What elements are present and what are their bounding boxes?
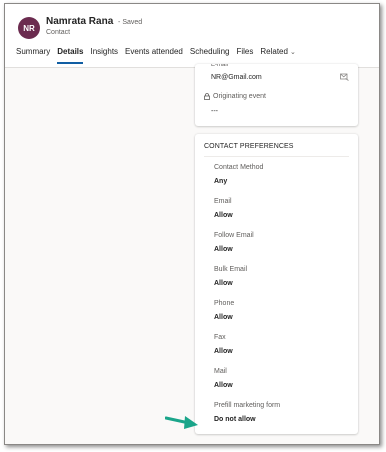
field-value[interactable]: Allow — [214, 280, 247, 287]
annotation-arrow-icon — [165, 416, 198, 429]
record-title: Namrata Rana - Saved — [46, 16, 142, 27]
field-value[interactable]: Allow — [214, 348, 233, 355]
tab-details[interactable]: Details — [57, 46, 84, 64]
tab-related[interactable]: Related ⌄ — [260, 46, 295, 64]
record-name: Namrata Rana — [46, 16, 114, 27]
lock-icon — [204, 93, 210, 100]
email-field-label-cut: E-mail — [211, 64, 229, 68]
field-value[interactable]: Allow — [214, 212, 233, 219]
field-label: Prefill marketing form — [214, 402, 281, 409]
tab-related-label: Related — [260, 47, 288, 56]
field-follow-email[interactable]: Follow Email Allow — [214, 232, 254, 253]
originating-event-label-text: Originating event — [213, 93, 266, 100]
tab-bar: Summary Details Insights Events attended… — [16, 46, 303, 64]
save-status: - Saved — [118, 19, 143, 26]
tab-files[interactable]: Files — [236, 46, 253, 64]
chevron-down-icon: ⌄ — [289, 49, 296, 56]
field-label: Contact Method — [214, 164, 264, 171]
field-label: Bulk Email — [214, 266, 248, 273]
entity-type: Contact — [46, 29, 71, 36]
originating-event-label: Originating event — [204, 93, 266, 100]
field-email[interactable]: Email Allow — [214, 198, 233, 219]
field-label: Fax — [214, 334, 226, 341]
contact-preferences-card: CONTACT PREFERENCES Contact Method Any E… — [195, 134, 358, 434]
field-bulk-email[interactable]: Bulk Email Allow — [214, 266, 247, 287]
tab-summary[interactable]: Summary — [16, 46, 50, 64]
field-prefill-marketing-form[interactable]: Prefill marketing form Do not allow — [214, 402, 280, 423]
field-label: Mail — [214, 368, 227, 375]
field-phone[interactable]: Phone Allow — [214, 300, 234, 321]
contact-info-card: E-mail NR@Gmail.com Originating event --… — [195, 64, 358, 126]
field-value[interactable]: Allow — [214, 314, 234, 321]
section-title: CONTACT PREFERENCES — [204, 143, 294, 150]
originating-event-value: --- — [211, 108, 218, 115]
field-label: Follow Email — [214, 232, 254, 239]
record-header: NR Namrata Rana - Saved Contact Summary … — [5, 4, 379, 68]
field-contact-method[interactable]: Contact Method Any — [214, 164, 263, 185]
field-value[interactable]: Allow — [214, 246, 254, 253]
tab-insights[interactable]: Insights — [90, 46, 118, 64]
field-value[interactable]: Do not allow — [214, 416, 280, 423]
send-email-icon[interactable] — [340, 73, 349, 81]
app-window: NR Namrata Rana - Saved Contact Summary … — [4, 3, 380, 445]
tab-scheduling[interactable]: Scheduling — [190, 46, 230, 64]
field-label: Email — [214, 198, 232, 205]
field-value[interactable]: Allow — [214, 382, 233, 389]
field-label: Phone — [214, 300, 235, 307]
tab-events-attended[interactable]: Events attended — [125, 46, 183, 64]
field-fax[interactable]: Fax Allow — [214, 334, 233, 355]
field-value[interactable]: Any — [214, 178, 263, 185]
avatar: NR — [18, 17, 40, 39]
email-value[interactable]: NR@Gmail.com — [211, 74, 262, 81]
section-divider — [204, 156, 349, 157]
field-mail[interactable]: Mail Allow — [214, 368, 233, 389]
